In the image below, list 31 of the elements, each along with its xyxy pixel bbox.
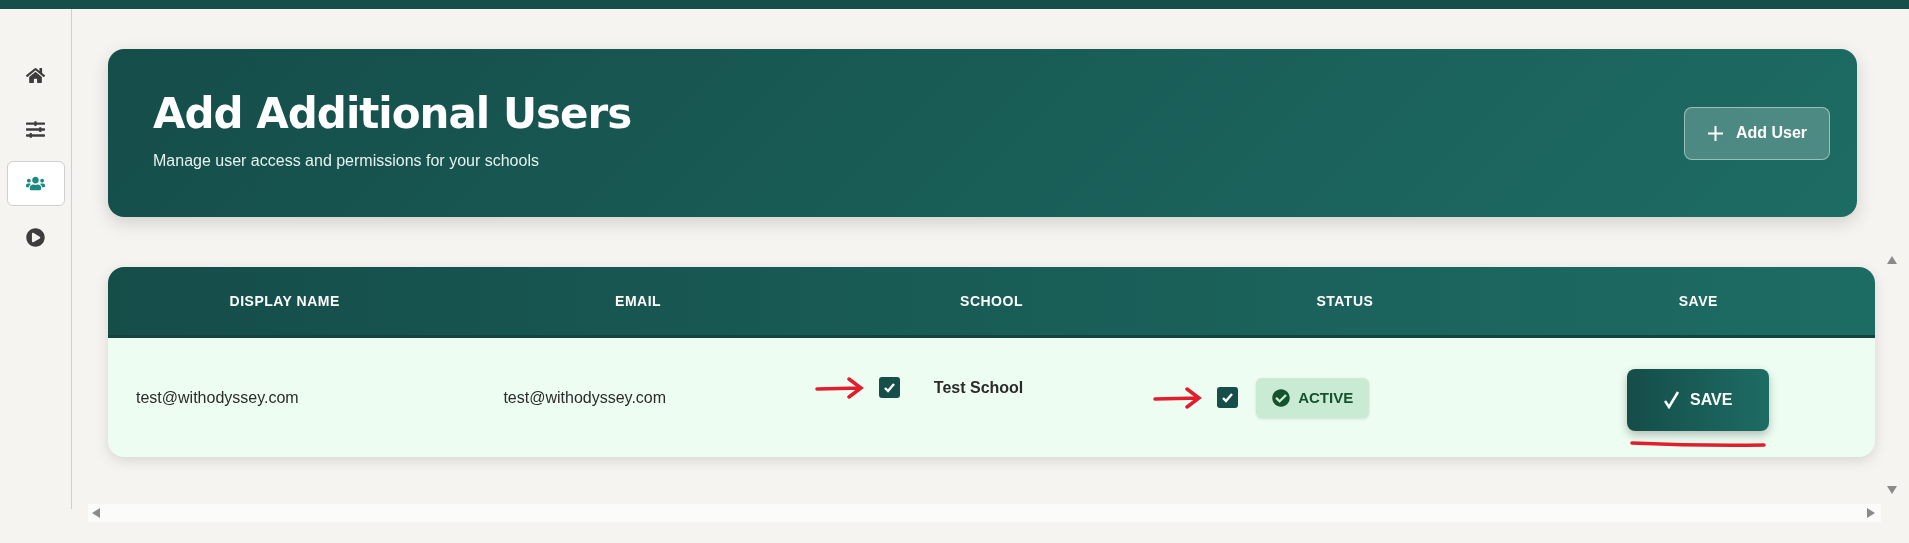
check-icon bbox=[1664, 390, 1681, 409]
status-badge: ACTIVE bbox=[1256, 377, 1370, 418]
scroll-down-icon[interactable] bbox=[1887, 486, 1897, 496]
play-icon bbox=[26, 228, 45, 247]
table-cell: test@withodyssey.com bbox=[503, 388, 667, 407]
status-checkbox[interactable] bbox=[1217, 387, 1239, 408]
scroll-right-icon[interactable] bbox=[1867, 508, 1877, 518]
nav-button[interactable] bbox=[6, 161, 65, 206]
check-icon bbox=[882, 381, 896, 394]
school-checkbox[interactable] bbox=[878, 377, 900, 398]
users-icon bbox=[26, 174, 45, 193]
save-button[interactable]: SAVE bbox=[1627, 368, 1770, 431]
column-header: EMAIL bbox=[614, 292, 663, 311]
add-user-button[interactable]: Add User bbox=[1683, 106, 1830, 160]
page-title: Add Additional Users bbox=[153, 88, 632, 138]
column-header: SAVE bbox=[1677, 292, 1719, 311]
column-header: SCHOOL bbox=[959, 292, 1024, 311]
column-header: STATUS bbox=[1315, 292, 1375, 311]
school-name: Test School bbox=[933, 378, 1024, 397]
column-header: DISPLAY NAME bbox=[228, 292, 341, 311]
page-subtitle: Manage user access and permissions for your schools bbox=[153, 151, 540, 170]
home-icon bbox=[26, 66, 45, 85]
scroll-up-icon[interactable] bbox=[1887, 256, 1897, 266]
horizontal-scrollbar[interactable] bbox=[88, 504, 1881, 522]
plus-icon bbox=[1706, 124, 1724, 142]
scroll-left-icon[interactable] bbox=[92, 508, 102, 518]
annotation-arrow bbox=[1153, 386, 1204, 409]
sliders-icon bbox=[26, 120, 45, 139]
annotation-arrow bbox=[814, 376, 865, 399]
check-icon bbox=[1221, 391, 1235, 404]
table-cell: test@withodyssey.com bbox=[136, 388, 299, 407]
